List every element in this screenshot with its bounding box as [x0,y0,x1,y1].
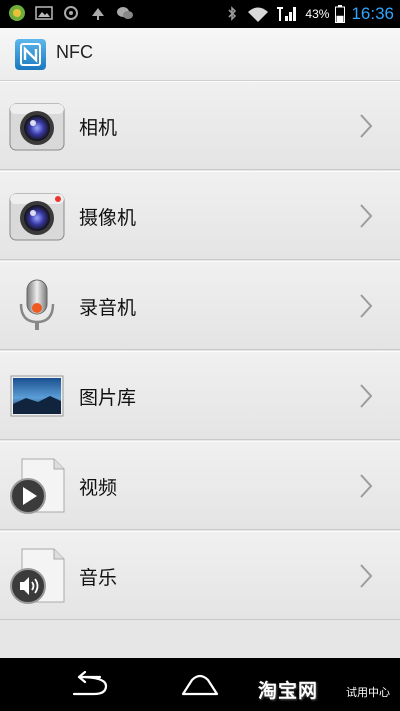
status-clock: 16:36 [351,4,394,23]
system-icons: 43% 16:36 [223,0,394,28]
page-title: NFC [56,42,93,62]
status-bar: 43% 16:36 [0,0,400,28]
list-item-video-camera[interactable]: 摄像机 [0,171,400,260]
chevron-right-icon [360,564,373,588]
list-item-label: 录音机 [79,297,137,319]
usb-debug-icon [92,8,104,20]
image-icon [35,6,53,20]
list-item-gallery[interactable]: 图片库 [0,351,400,440]
chevron-right-icon [360,294,373,318]
music-file-icon [10,548,65,604]
video-camera-icon [9,193,65,241]
chevron-right-icon [360,474,373,498]
list-item-label: 音乐 [79,567,118,589]
microphone-icon [19,279,55,330]
video-file-icon [10,458,65,514]
list-item-label: 图片库 [79,387,137,409]
home-icon[interactable] [180,674,220,698]
wifi-icon [248,7,269,22]
back-icon[interactable] [70,671,108,699]
bluetooth-icon [228,6,237,21]
chevron-right-icon [360,114,373,138]
list-item-video[interactable]: 视频 [0,441,400,530]
title-bar: NFC [0,28,400,81]
list-item-recorder[interactable]: 录音机 [0,261,400,350]
chevron-right-icon [360,204,373,228]
camera-icon [9,103,65,151]
list-item-label: 视频 [79,477,118,499]
app-notification-icon [9,5,25,21]
battery-icon [335,5,346,23]
list-item-label: 相机 [79,117,118,139]
watermark-subtext: 试用中心 [346,686,390,699]
chevron-right-icon [360,384,373,408]
gallery-icon [10,375,64,417]
signal-icon [277,7,297,21]
nfc-icon [15,39,46,70]
watermark: 淘宝网 [258,680,319,702]
circle-icon [64,6,78,20]
notification-icons [8,4,134,22]
list-item-label: 摄像机 [79,207,137,229]
wechat-icon [117,7,133,19]
list-item-camera[interactable]: 相机 [0,81,400,170]
list-item-music[interactable]: 音乐 [0,531,400,620]
battery-percent: 43% [305,7,330,21]
navigation-bar [0,658,400,711]
